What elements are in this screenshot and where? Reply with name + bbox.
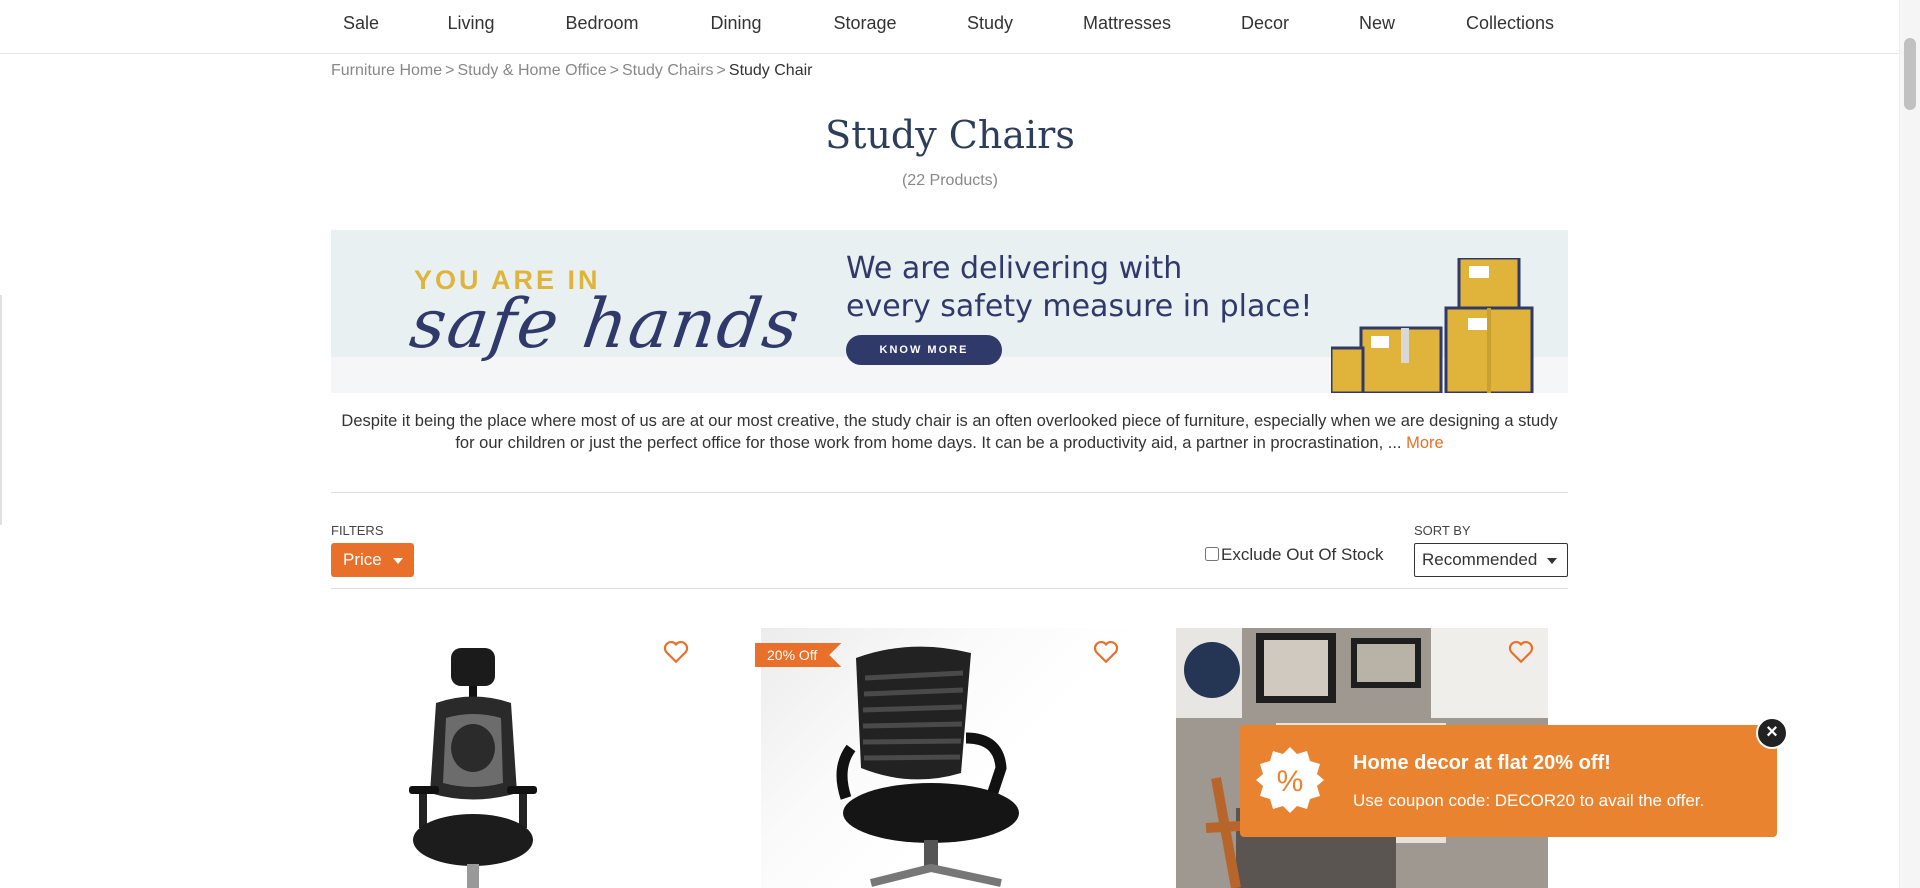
- nav-item-dining[interactable]: Dining: [710, 13, 761, 34]
- breadcrumb-link-furniture-home[interactable]: Furniture Home: [331, 62, 442, 79]
- wishlist-heart-icon[interactable]: [1093, 640, 1119, 664]
- wishlist-heart-icon[interactable]: [663, 640, 689, 664]
- page-scrollbar[interactable]: [1899, 0, 1920, 888]
- know-more-button[interactable]: KNOW MORE: [846, 335, 1002, 365]
- scrollbar-thumb[interactable]: [1904, 38, 1916, 110]
- banner-headline-line1: We are delivering with: [846, 251, 1183, 286]
- product-card[interactable]: [761, 628, 1133, 888]
- sort-by-label: SORT BY: [1414, 523, 1471, 538]
- sort-by-select[interactable]: Recommended: [1414, 543, 1568, 577]
- divider: [331, 492, 1568, 493]
- sort-by-value: Recommended: [1422, 550, 1538, 569]
- close-icon[interactable]: ×: [1756, 717, 1788, 749]
- breadcrumb-separator: >: [716, 62, 726, 79]
- nav-item-mattresses[interactable]: Mattresses: [1083, 13, 1171, 34]
- banner-tagline-script: safe hands: [405, 285, 806, 364]
- promo-toast[interactable]: % Home decor at flat 20% off! Use coupon…: [1240, 725, 1777, 837]
- safety-banner[interactable]: YOU ARE IN safe hands We are delivering …: [331, 230, 1568, 393]
- left-edge-panel: [0, 295, 2, 525]
- caret-down-icon: [1547, 558, 1557, 564]
- price-filter-label: Price: [343, 550, 382, 569]
- delivery-boxes-illustration: [1331, 258, 1534, 393]
- nav-item-storage[interactable]: Storage: [833, 13, 896, 34]
- discount-badge: 20% Off: [755, 643, 842, 667]
- product-card[interactable]: [331, 628, 703, 888]
- description-more-link[interactable]: More: [1406, 434, 1444, 452]
- product-image-mesh-chair: [836, 646, 1019, 887]
- product-count: (22 Products): [901, 172, 999, 189]
- banner-headline-line2: every safety measure in place!: [846, 289, 1313, 324]
- nav-item-new[interactable]: New: [1359, 13, 1395, 34]
- divider: [331, 588, 1568, 589]
- breadcrumb-link-study-chairs[interactable]: Study Chairs: [622, 62, 714, 79]
- promo-subtitle: Use coupon code: DECOR20 to avail the of…: [1353, 791, 1705, 810]
- product-image-ergonomic-chair: [409, 648, 537, 888]
- exclude-out-of-stock-checkbox[interactable]: [1205, 547, 1219, 561]
- nav-item-decor[interactable]: Decor: [1241, 13, 1289, 34]
- breadcrumb-separator: >: [609, 62, 619, 79]
- category-description: Despite it being the place where most of…: [331, 410, 1568, 454]
- page-title: Study Chairs: [825, 113, 1075, 157]
- promo-percent-symbol: %: [1277, 765, 1304, 798]
- price-filter-button[interactable]: Price: [331, 543, 414, 577]
- top-nav: Sale Living Bedroom Dining Storage Study…: [0, 0, 1900, 54]
- breadcrumb-separator: >: [445, 62, 455, 79]
- breadcrumb: Furniture Home > Study & Home Office > Study…: [331, 62, 812, 80]
- nav-item-collections[interactable]: Collections: [1466, 13, 1554, 34]
- breadcrumb-current: Study Chair: [728, 62, 813, 79]
- wishlist-heart-icon[interactable]: [1508, 640, 1534, 664]
- exclude-out-of-stock-toggle[interactable]: Exclude Out Of Stock: [1205, 545, 1384, 565]
- discount-percent-badge-icon: %: [1256, 747, 1324, 813]
- breadcrumb-link-study-home-office[interactable]: Study & Home Office: [458, 62, 607, 79]
- nav-item-living[interactable]: Living: [447, 13, 494, 34]
- exclude-out-of-stock-label: Exclude Out Of Stock: [1221, 545, 1384, 564]
- nav-item-sale[interactable]: Sale: [343, 13, 379, 34]
- description-text: Despite it being the place where most of…: [341, 412, 1558, 452]
- filters-label: FILTERS: [331, 523, 384, 538]
- promo-title: Home decor at flat 20% off!: [1353, 752, 1611, 774]
- banner-headline: We are delivering with every safety meas…: [846, 250, 1312, 326]
- caret-down-icon: [393, 558, 403, 564]
- nav-item-study[interactable]: Study: [967, 13, 1013, 34]
- nav-item-bedroom[interactable]: Bedroom: [565, 13, 638, 34]
